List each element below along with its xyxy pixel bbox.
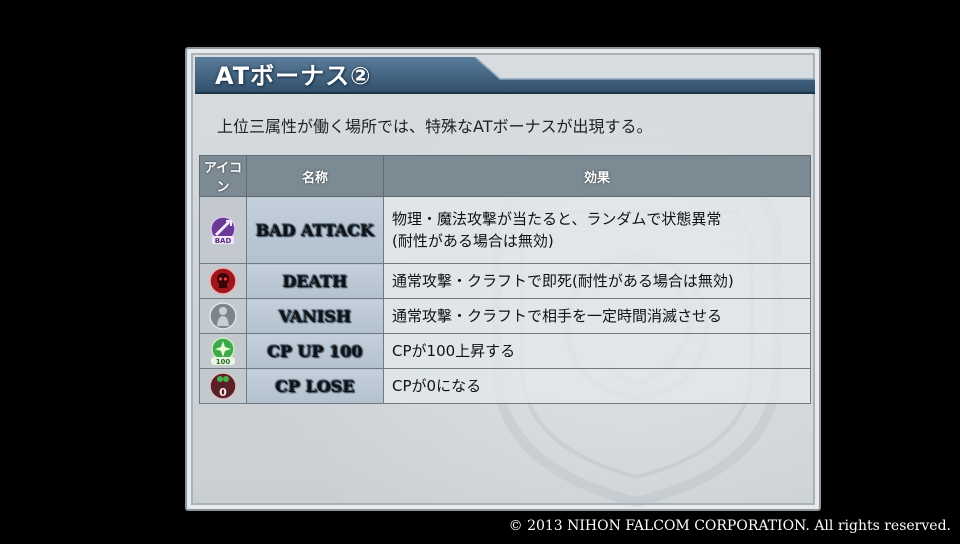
at-bonus-panel: ATボーナス② 上位三属性が働く場所では、特殊なATボーナスが出現する。 アイコ… [185, 47, 821, 511]
bonus-effect: 物理・魔法攻撃が当たると、ランダムで状態異常 (耐性がある場合は無効) [383, 196, 811, 264]
table-row: 100 CP UP 100 CPが100上昇する [199, 333, 811, 369]
table-row: BAD BAD ATTACK 物理・魔法攻撃が当たると、ランダムで状態異常 (耐… [199, 196, 811, 264]
bad-attack-icon: BAD [210, 216, 236, 245]
bonus-name: CP LOSE [246, 368, 384, 404]
cp-lose-icon: 0 [209, 372, 237, 400]
bonus-effect: 通常攻撃・クラフトで相手を一定時間消滅させる [383, 298, 811, 334]
page-title: ATボーナス② [215, 62, 372, 90]
bonus-name: BAD ATTACK [246, 196, 384, 264]
svg-text:0: 0 [219, 386, 227, 399]
bonus-name: CP UP 100 [246, 333, 384, 369]
bonus-name: VANISH [246, 298, 384, 334]
bonus-effect: CPが0になる [383, 368, 811, 404]
description-text: 上位三属性が働く場所では、特殊なATボーナスが出現する。 [217, 117, 653, 136]
table-row: 0 CP LOSE CPが0になる [199, 368, 811, 404]
title-bar: ATボーナス② [195, 57, 815, 94]
copyright-notice: © 2013 NIHON FALCOM CORPORATION. All rig… [508, 518, 951, 534]
death-icon [209, 267, 237, 295]
bonus-effect: 通常攻撃・クラフトで即死(耐性がある場合は無効) [383, 263, 811, 299]
cp-up-icon: 100 [211, 337, 235, 366]
svg-text:BAD: BAD [215, 237, 232, 245]
svg-text:100: 100 [216, 358, 231, 366]
table-header-row: アイコン 名称 効果 [199, 155, 811, 197]
table-row: DEATH 通常攻撃・クラフトで即死(耐性がある場合は無効) [199, 263, 811, 299]
vanish-icon [209, 302, 237, 330]
effect-line: 物理・魔法攻撃が当たると、ランダムで状態異常 [392, 210, 722, 228]
bonus-effect: CPが100上昇する [383, 333, 811, 369]
bonus-name: DEATH [246, 263, 384, 299]
header-icon: アイコン [199, 155, 247, 197]
effect-line: (耐性がある場合は無効) [392, 232, 554, 250]
table-row: VANISH 通常攻撃・クラフトで相手を一定時間消滅させる [199, 298, 811, 334]
header-effect: 効果 [383, 155, 811, 197]
header-name: 名称 [246, 155, 384, 197]
bonus-table: アイコン 名称 効果 BAD BAD ATTACK 物理・魔法攻撃が当たると、ラ… [199, 155, 811, 404]
